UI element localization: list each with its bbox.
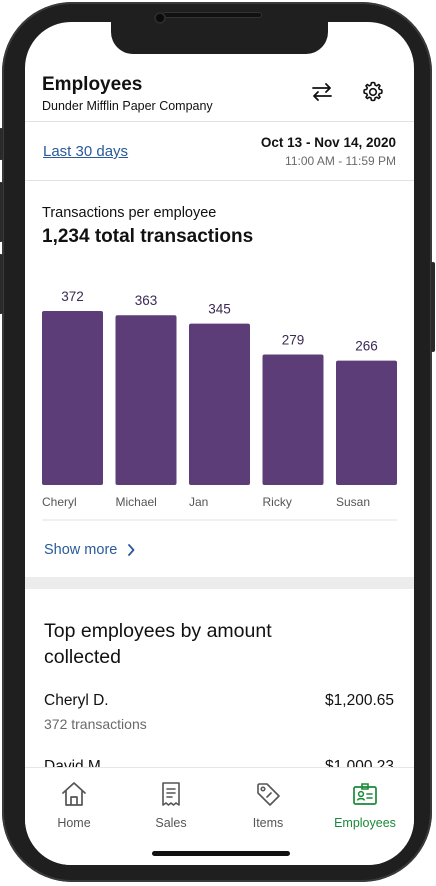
tag-icon	[257, 783, 280, 806]
tab-label: Employees	[334, 816, 396, 830]
date-range-times: 11:00 AM - 11:59 PM	[285, 154, 396, 168]
switch-arrows-icon[interactable]	[310, 80, 334, 104]
chevron-right-icon	[128, 544, 135, 556]
category-label: Cheryl	[42, 495, 77, 509]
tab-label: Home	[57, 816, 91, 830]
bar-ricky[interactable]	[262, 354, 324, 486]
bar-susan[interactable]	[336, 360, 397, 485]
category-label: Jan	[189, 495, 208, 509]
bar-value-label: 363	[135, 293, 158, 308]
bar-michael[interactable]	[115, 315, 177, 485]
company-name: Dunder Mifflin Paper Company	[42, 99, 213, 113]
bar-jan[interactable]	[189, 323, 250, 485]
bar-value-label: 266	[355, 339, 378, 354]
front-camera	[154, 12, 166, 24]
date-range-dates: Oct 13 - Nov 14, 2020	[260, 135, 396, 150]
tab-employees[interactable]: Employees	[330, 780, 400, 830]
section-separator	[25, 577, 414, 589]
show-more-label: Show more	[44, 542, 118, 558]
employee-amount: $1,200.65	[325, 692, 394, 709]
receipt-icon	[162, 782, 180, 806]
tab-label: Sales	[155, 816, 187, 830]
phone-mute-switch	[0, 128, 3, 160]
page-title: Employees	[42, 74, 143, 95]
transactions-bar-chart: 372 Cheryl 363 Michael 345 Jan 279 Ricky 266 Susa…	[42, 289, 397, 521]
employee-row[interactable]: Cheryl D. 372 transactions $1,200.65	[44, 692, 394, 732]
employee-transactions: 372 transactions	[44, 716, 147, 732]
phone-volume-down	[0, 254, 3, 314]
tab-home[interactable]: Home	[39, 780, 109, 830]
app-screen: Employees Dunder Mifflin Paper Company L…	[25, 22, 414, 865]
phone-frame: Employees Dunder Mifflin Paper Company L…	[0, 2, 435, 882]
notch	[111, 22, 328, 54]
metric-total: 1,234 total transactions	[42, 226, 254, 247]
bar-value-label: 279	[282, 333, 305, 348]
tab-items[interactable]: Items	[233, 780, 303, 830]
tab-sales[interactable]: Sales	[136, 780, 206, 830]
top-employees-title: Top employees by amount collected	[44, 620, 272, 668]
metric-label: Transactions per employee	[42, 205, 217, 221]
home-indicator	[152, 851, 290, 856]
tab-label: Items	[252, 816, 284, 830]
earpiece-speaker	[162, 12, 262, 18]
phone-volume-up	[0, 182, 3, 242]
show-more-link[interactable]: Show more	[44, 542, 135, 558]
date-range-link[interactable]: Last 30 days	[43, 143, 128, 160]
date-divider	[25, 180, 414, 181]
bar-cheryl[interactable]	[42, 311, 103, 485]
gear-icon[interactable]	[361, 80, 385, 104]
home-icon	[62, 782, 86, 806]
category-label: Michael	[116, 495, 157, 509]
bar-value-label: 372	[61, 289, 84, 304]
id-badge-icon	[353, 783, 377, 805]
bar-value-label: 345	[208, 302, 231, 317]
phone-power-button	[431, 262, 435, 352]
category-label: Susan	[336, 495, 370, 509]
category-label: Ricky	[263, 495, 292, 509]
header-divider	[25, 121, 414, 122]
